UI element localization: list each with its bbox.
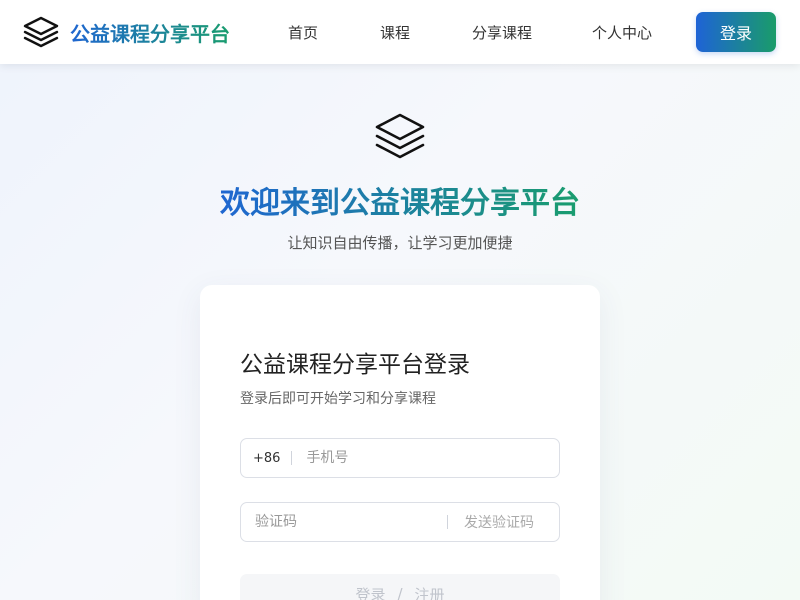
nav-home[interactable]: 首页 <box>288 22 318 43</box>
submit-slash: / <box>397 585 403 600</box>
country-code-prefix[interactable]: +86 <box>253 451 280 466</box>
login-card-subtitle: 登录后即可开始学习和分享课程 <box>240 391 436 407</box>
send-code-divider <box>447 515 448 529</box>
login-card-title: 公益课程分享平台登录 <box>240 352 470 378</box>
hero-title: 欢迎来到公益课程分享平台 <box>0 184 800 224</box>
brand-name: 公益课程分享平台 <box>70 18 230 47</box>
nav-share-course[interactable]: 分享课程 <box>472 22 532 43</box>
header-login-button[interactable]: 登录 <box>696 12 776 52</box>
login-card: 公益课程分享平台登录 登录后即可开始学习和分享课程 +86 发送验证码 登录 /… <box>200 285 600 600</box>
brand[interactable]: 公益课程分享平台 <box>23 14 230 50</box>
layers-icon <box>374 112 426 162</box>
phone-field: +86 <box>240 438 560 478</box>
verification-code-input[interactable] <box>253 506 447 538</box>
phone-input[interactable] <box>304 442 549 474</box>
hero-subtitle: 让知识自由传播，让学习更加便捷 <box>287 234 513 252</box>
submit-register-label: 注册 <box>414 585 445 600</box>
submit-login-label: 登录 <box>355 585 386 600</box>
top-header: 公益课程分享平台 首页 课程 分享课程 个人中心 登录 <box>0 0 800 64</box>
code-field: 发送验证码 <box>240 502 560 542</box>
nav-courses[interactable]: 课程 <box>380 22 410 43</box>
nav-profile[interactable]: 个人中心 <box>592 22 652 43</box>
prefix-divider <box>291 451 293 465</box>
send-code-button[interactable]: 发送验证码 <box>464 512 534 532</box>
hero-title-text: 欢迎来到公益课程分享平台 <box>220 186 580 221</box>
layers-icon <box>23 14 59 50</box>
login-register-button[interactable]: 登录 / 注册 <box>240 574 560 600</box>
